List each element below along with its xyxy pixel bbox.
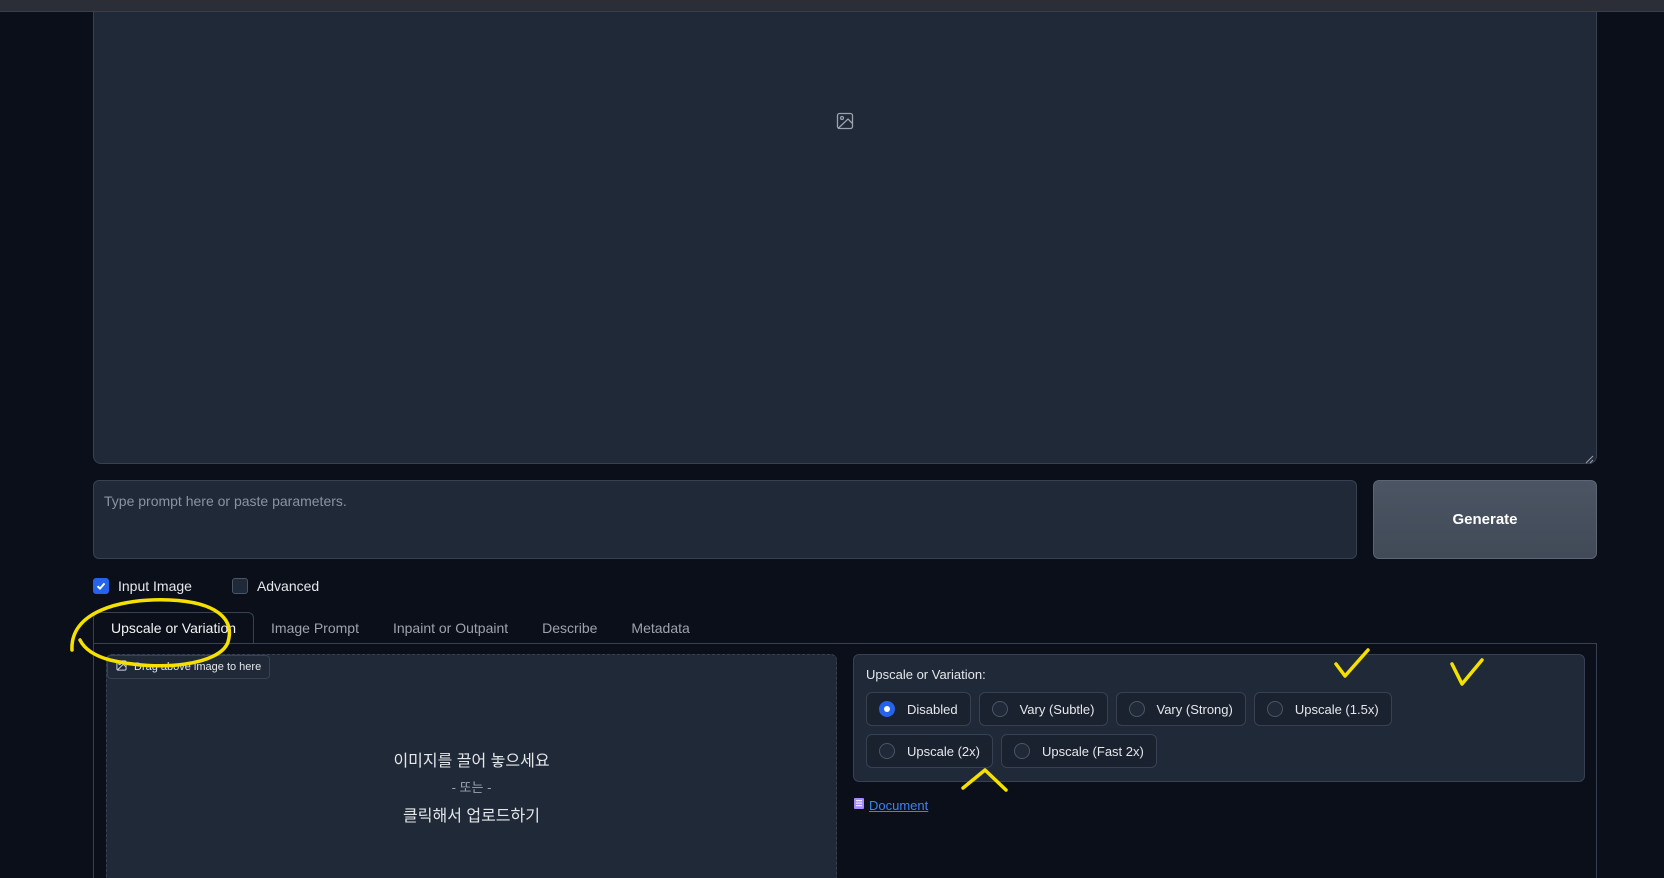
prompt-input[interactable] [104,493,1346,546]
option-label: Vary (Strong) [1156,701,1233,717]
input-image-label: Input Image [118,578,192,594]
prompt-input-box[interactable] [93,480,1357,559]
radio-icon[interactable] [991,701,1008,717]
tab-image-prompt[interactable]: Image Prompt [254,613,376,644]
tab-describe[interactable]: Describe [525,613,614,644]
option-label: Disabled [907,701,958,717]
tab-panel-upscale-or-variation: Drag above image to here 이미지를 끌어 놓으세요 - … [93,643,1597,878]
drag-above-image-button[interactable]: Drag above image to here [107,655,271,679]
upscale-options: Disabled Vary (Subtle) Vary (Strong) Ups… [866,692,1506,768]
document-link-row: Document [853,797,928,813]
option-label: Upscale (1.5x) [1294,701,1379,717]
input-image-tabs: Upscale or Variation Image Prompt Inpain… [93,612,1597,644]
input-image-checkbox[interactable]: Input Image [93,578,192,594]
option-label: Upscale (Fast 2x) [1041,743,1144,759]
option-upscale-fast-2x[interactable]: Upscale (Fast 2x) [1000,734,1157,768]
book-icon [853,797,865,813]
drop-image-text: 이미지를 끌어 놓으세요 [393,753,550,770]
radio-icon[interactable] [1128,701,1145,717]
option-label: Vary (Subtle) [1019,701,1095,717]
option-checkboxes: Input Image Advanced [93,578,319,594]
option-upscale-1-5x[interactable]: Upscale (1.5x) [1253,692,1392,726]
drag-above-image-label: Drag above image to here [134,661,262,673]
radio-icon[interactable] [1266,701,1283,717]
checkbox-unchecked-icon[interactable] [231,578,248,594]
dropzone-instructions: 이미지를 끌어 놓으세요 - 또는 - 클릭해서 업로드하기 [107,747,836,826]
or-separator-text: - 또는 - [451,780,492,795]
upscale-or-variation-group: Upscale or Variation: Disabled Vary (Sub… [853,654,1585,782]
generate-button-label: Generate [1452,511,1518,528]
option-label: Upscale (2x) [907,743,980,759]
document-link[interactable]: Document [869,798,928,813]
image-placeholder-icon [836,112,854,130]
upscale-or-variation-label: Upscale or Variation: [866,667,986,682]
tab-upscale-or-variation[interactable]: Upscale or Variation [93,612,255,644]
radio-icon[interactable] [879,743,895,759]
option-disabled[interactable]: Disabled [866,692,971,726]
advanced-checkbox[interactable]: Advanced [231,578,320,594]
output-image-gallery [93,12,1597,464]
image-icon [116,660,127,674]
click-to-upload-text: 클릭해서 업로드하기 [403,808,540,825]
radio-selected-icon[interactable] [879,701,895,717]
generate-button[interactable]: Generate [1373,480,1597,559]
radio-icon[interactable] [1013,743,1030,759]
advanced-label: Advanced [256,578,320,594]
option-vary-strong[interactable]: Vary (Strong) [1115,692,1246,726]
browser-top-bar [0,0,1664,12]
checkbox-checked-icon[interactable] [93,578,109,594]
resize-handle-icon[interactable] [1584,451,1594,464]
tab-inpaint-or-outpaint[interactable]: Inpaint or Outpaint [376,613,525,644]
option-vary-subtle[interactable]: Vary (Subtle) [978,692,1108,726]
tab-metadata[interactable]: Metadata [614,613,706,644]
option-upscale-2x[interactable]: Upscale (2x) [866,734,993,768]
image-upload-dropzone[interactable]: Drag above image to here 이미지를 끌어 놓으세요 - … [106,654,837,878]
